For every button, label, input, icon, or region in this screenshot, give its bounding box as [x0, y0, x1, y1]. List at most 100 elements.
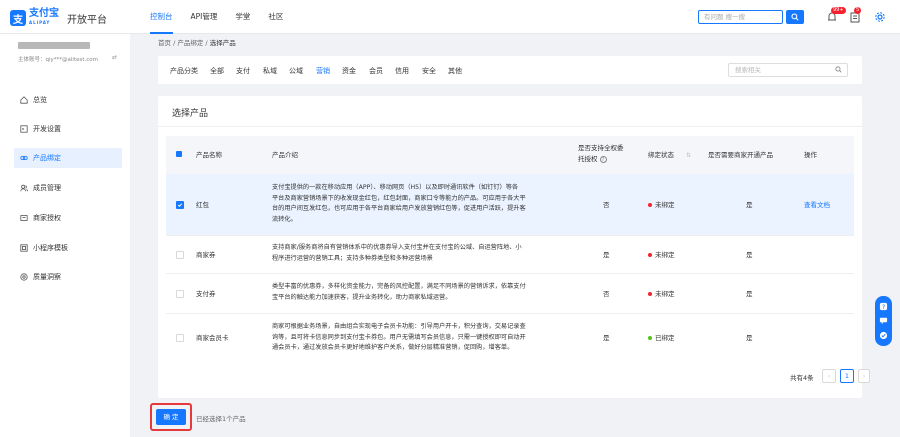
sidebar-item-label: 开发设置 — [33, 125, 61, 133]
col-status-label: 绑定状态 — [648, 151, 674, 159]
sidebar-item-miniapp-templates[interactable]: 小程序模板 — [14, 238, 122, 258]
alipay-logo[interactable]: 支 支付宝 ALIPAY 开放平台 — [10, 9, 107, 27]
desc-line: 宝平台的触达能力加速获客，提升业务转化，助力商家私域运营。 — [272, 293, 452, 301]
desc-line: 支持商家/服务商将自有营销体系中的优惠券导入支付宝并在支付宝的公域、自运营阵地、… — [272, 244, 522, 251]
col-auth: 托授权 ? — [578, 154, 607, 164]
category-filter-bar: 产品分类 全部 支付 私域 公域 营销 资金 会员 信用 安全 其他 搜索相关 — [158, 56, 862, 84]
filter-credit[interactable]: 信用 — [395, 66, 409, 76]
filter-funds[interactable]: 资金 — [342, 66, 356, 76]
top-nav: 控制台 API管理 学堂 社区 — [150, 0, 301, 34]
sidebar-item-label: 质量洞察 — [33, 273, 61, 281]
prev-page-button[interactable]: ‹ — [822, 369, 836, 383]
selected-count-text: 已经选择1个产品 — [196, 415, 246, 423]
svg-text:?: ? — [882, 304, 885, 311]
sidebar-item-overview[interactable]: 总览 — [14, 90, 122, 110]
page-1-button[interactable]: 1 — [840, 369, 854, 383]
sidebar-item-product-binding[interactable]: 产品绑定 — [14, 148, 122, 168]
notice-button[interactable]: 5 — [849, 7, 862, 23]
account-name-masked — [18, 42, 90, 49]
total-count: 共有4条 — [790, 374, 814, 382]
table-row[interactable]: 红包 支付宝提供的一款在移动应用（APP）、移动网页（H5）以及即时通讯软件（如… — [166, 174, 854, 236]
product-desc: 支付宝提供的一款在移动应用（APP）、移动网页（H5）以及即时通讯软件（如钉钉）… — [272, 183, 562, 225]
next-page-button[interactable]: › — [858, 369, 870, 383]
view-docs-link[interactable]: 查看文档 — [804, 200, 830, 210]
feedback-icon[interactable] — [879, 331, 888, 340]
filter-public-domain[interactable]: 公域 — [289, 66, 303, 76]
table-row[interactable]: 商家券 支持商家/服务商将自有营销体系中的优惠券导入支付宝并在支付宝的公域、自运… — [166, 236, 854, 274]
sidebar-item-label: 小程序模板 — [33, 244, 68, 252]
nav-console[interactable]: 控制台 — [150, 0, 173, 34]
confirm-button[interactable]: 确 定 — [156, 409, 186, 425]
merchant-value: 是 — [746, 290, 753, 298]
auth-value: 否 — [603, 290, 610, 298]
auth-value: 否 — [603, 201, 610, 209]
sidebar-item-label: 产品绑定 — [33, 154, 61, 162]
product-search-input[interactable]: 搜索相关 — [728, 63, 848, 77]
nav-community[interactable]: 社区 — [268, 0, 283, 34]
sidebar: 主体账号：qiy***@alitest.com ⇄ 总览 开发设置 产品绑定 成… — [0, 34, 130, 437]
col-name: 产品名称 — [196, 151, 222, 159]
col-action: 操作 — [804, 151, 817, 159]
search-button[interactable] — [786, 10, 804, 24]
filter-other[interactable]: 其他 — [448, 66, 462, 76]
sidebar-item-merchant-auth[interactable]: 商家授权 — [14, 208, 122, 228]
sidebar-item-dev-settings[interactable]: 开发设置 — [14, 119, 122, 139]
filter-private-domain[interactable]: 私域 — [263, 66, 277, 76]
breadcrumb-home[interactable]: 首页 — [158, 39, 171, 47]
row-checkbox[interactable] — [176, 334, 184, 342]
desc-line: 通会员卡，通过发放会员卡更好地维护客户关系，做好分层精准营销，促回购，增客单。 — [272, 344, 514, 351]
chat-icon[interactable] — [879, 316, 888, 325]
settings-button[interactable] — [874, 11, 886, 23]
status-text: 已绑定 — [655, 334, 675, 342]
filter-membership[interactable]: 会员 — [369, 66, 383, 76]
row-checkbox[interactable] — [176, 251, 184, 259]
desc-line: 流转化。 — [272, 215, 297, 223]
status-dot — [648, 203, 652, 207]
status-dot — [648, 253, 652, 257]
sidebar-item-label: 成员管理 — [33, 184, 61, 192]
breadcrumb: 首页 / 产品绑定 / 选择产品 — [158, 39, 236, 47]
status-value: 未绑定 — [648, 200, 675, 210]
top-search-input[interactable]: 有问题 搜一搜 — [698, 10, 783, 24]
desc-line: 程序进行运营的营销工具；支持多种券类型和多种运营场景 — [272, 254, 433, 262]
switch-account-icon[interactable]: ⇄ — [112, 54, 117, 61]
breadcrumb-product-binding[interactable]: 产品绑定 — [177, 39, 203, 47]
search-icon — [835, 66, 842, 73]
product-desc: 商家可根据业务场景，自由组合实现电子会员卡功能：引导用户开卡，积分查询，交易记录… — [272, 322, 562, 354]
col-merchant: 是否需要商家开通产品 — [708, 151, 773, 159]
nav-academy[interactable]: 学堂 — [235, 0, 250, 34]
product-name: 支付券 — [196, 290, 216, 298]
desc-line: 支付宝提供的一款在移动应用（APP）、移动网页（H5）以及即时通讯软件（如钉钉）… — [272, 184, 519, 191]
sidebar-item-members[interactable]: 成员管理 — [14, 178, 122, 198]
row-checkbox[interactable] — [176, 290, 184, 298]
row-checkbox[interactable] — [176, 201, 184, 209]
product-name: 红包 — [196, 201, 209, 209]
status-dot — [648, 292, 652, 296]
filter-all[interactable]: 全部 — [210, 66, 224, 76]
home-icon — [20, 96, 28, 104]
platform-title: 开放平台 — [67, 14, 107, 26]
sidebar-item-quality-insight[interactable]: 质量洞察 — [14, 267, 122, 287]
sidebar-item-label: 总览 — [33, 96, 47, 104]
filter-security[interactable]: 安全 — [422, 66, 436, 76]
filter-payment[interactable]: 支付 — [236, 66, 250, 76]
filter-marketing[interactable]: 营销 — [316, 66, 330, 76]
floating-help-bar: ? — [875, 296, 892, 346]
message-button[interactable]: 99+ — [826, 7, 846, 23]
select-all-checkbox[interactable] — [176, 151, 182, 157]
help-icon[interactable]: ? — [599, 156, 607, 163]
product-desc: 类型丰富的优惠券，多样化资金能力，完备的风控配置，满足不同场景的营销诉求，依靠支… — [272, 282, 562, 303]
product-name: 商家券 — [196, 251, 216, 259]
table-row[interactable]: 支付券 类型丰富的优惠券，多样化资金能力，完备的风控配置，满足不同场景的营销诉求… — [166, 274, 854, 314]
question-icon[interactable]: ? — [879, 302, 888, 311]
col-auth-line2: 托授权 — [578, 155, 598, 163]
col-status: 绑定状态 ⇅ — [648, 150, 691, 161]
nav-api[interactable]: API管理 — [191, 0, 218, 34]
desc-line: 类型丰富的优惠券，多样化资金能力，完备的风控配置，满足不同场景的营销诉求，依靠支… — [272, 283, 526, 290]
table-row[interactable]: 商家会员卡 商家可根据业务场景，自由组合实现电子会员卡功能：引导用户开卡，积分查… — [166, 314, 854, 362]
product-name: 商家会员卡 — [196, 334, 229, 342]
divider — [158, 126, 862, 127]
sort-icon[interactable]: ⇅ — [686, 152, 691, 159]
target-icon — [20, 273, 28, 281]
merchant-value: 是 — [746, 334, 753, 342]
